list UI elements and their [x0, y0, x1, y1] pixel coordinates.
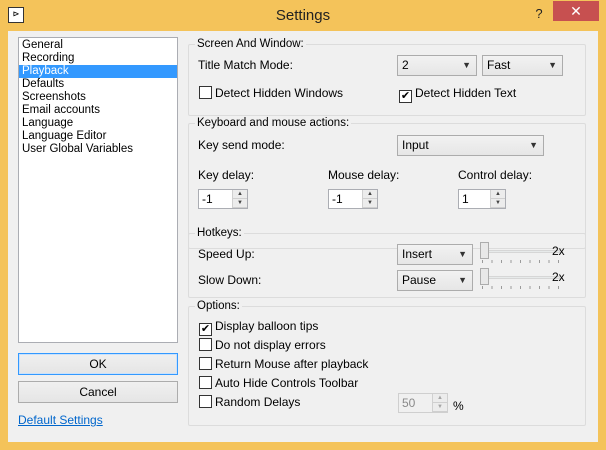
speed-up-hotkey-select[interactable]: Insert ▼: [397, 244, 473, 265]
help-button[interactable]: ?: [529, 5, 549, 23]
keyboard-mouse-title: Keyboard and mouse actions:: [195, 116, 352, 130]
spin-buttons[interactable]: ▲ ▼: [362, 190, 377, 208]
speed-up-label: Speed Up:: [198, 247, 255, 261]
category-defaults[interactable]: Defaults: [19, 78, 177, 91]
slider-thumb[interactable]: [480, 242, 489, 259]
slow-down-label: Slow Down:: [198, 273, 262, 287]
return-mouse-checkbox[interactable]: Return Mouse after playback: [199, 357, 368, 371]
control-delay-spinner[interactable]: 1 ▲ ▼: [458, 189, 506, 209]
slider-ticks: [482, 286, 560, 289]
spin-up-icon[interactable]: ▲: [433, 394, 447, 403]
hotkeys-title: Hotkeys:: [195, 226, 244, 240]
category-email-accounts[interactable]: Email accounts: [19, 104, 177, 117]
random-delays-checkbox[interactable]: Random Delays: [199, 395, 300, 409]
window-title: Settings: [275, 7, 331, 24]
checkbox-box: [199, 357, 212, 370]
slow-down-multiplier: 2x: [552, 270, 565, 284]
random-delays-unit: %: [453, 399, 464, 413]
category-screenshots[interactable]: Screenshots: [19, 91, 177, 104]
check-icon: ✔: [399, 90, 412, 103]
check-icon: ✔: [199, 323, 212, 336]
options-title: Options:: [195, 299, 242, 313]
spin-up-icon[interactable]: ▲: [491, 190, 505, 199]
screen-and-window-title: Screen And Window:: [195, 37, 306, 51]
spin-buttons[interactable]: ▲ ▼: [232, 190, 247, 208]
default-settings-link[interactable]: Default Settings: [18, 413, 103, 427]
key-send-mode-select[interactable]: Input ▼: [397, 135, 544, 156]
chevron-down-icon: ▼: [458, 275, 467, 285]
slider-ticks: [482, 260, 560, 263]
do-not-display-errors-label: Do not display errors: [215, 338, 326, 352]
cancel-button[interactable]: Cancel: [18, 381, 178, 403]
random-delays-label: Random Delays: [215, 395, 301, 409]
auto-hide-toolbar-label: Auto Hide Controls Toolbar: [215, 376, 359, 390]
ok-button[interactable]: OK: [18, 353, 178, 375]
category-playback[interactable]: Playback: [19, 65, 177, 78]
random-delays-value: 50: [402, 396, 416, 410]
chevron-down-icon: ▼: [529, 140, 538, 150]
spin-down-icon[interactable]: ▼: [491, 199, 505, 208]
title-match-mode-select[interactable]: 2 ▼: [397, 55, 477, 76]
category-language-editor[interactable]: Language Editor: [19, 130, 177, 143]
mouse-delay-value: -1: [332, 192, 343, 206]
detect-hidden-text-label: Detect Hidden Text: [415, 86, 517, 100]
detect-hidden-windows-checkbox[interactable]: Detect Hidden Windows: [199, 86, 343, 100]
slider-thumb[interactable]: [480, 268, 489, 285]
key-delay-spinner[interactable]: -1 ▲ ▼: [198, 189, 248, 209]
do-not-display-errors-checkbox[interactable]: Do not display errors: [199, 338, 326, 352]
auto-hide-toolbar-checkbox[interactable]: Auto Hide Controls Toolbar: [199, 376, 358, 390]
spin-up-icon[interactable]: ▲: [363, 190, 377, 199]
random-delays-spinner[interactable]: 50 ▲ ▼: [398, 393, 448, 413]
slider-track: [480, 250, 560, 253]
key-delay-label: Key delay:: [198, 168, 255, 182]
settings-window: ⊳ Settings ? ✕ General Recording Playbac…: [0, 0, 606, 450]
chevron-down-icon: ▼: [458, 249, 467, 259]
close-button[interactable]: ✕: [553, 1, 599, 21]
spin-up-icon[interactable]: ▲: [233, 190, 247, 199]
spin-buttons[interactable]: ▲ ▼: [432, 394, 447, 412]
chevron-down-icon: ▼: [548, 60, 557, 70]
match-speed-value: Fast: [487, 58, 511, 72]
display-balloon-tips-checkbox[interactable]: ✔ Display balloon tips: [199, 319, 318, 336]
checkbox-box: [199, 86, 212, 99]
speed-up-multiplier: 2x: [552, 244, 565, 258]
dialog-client-area: General Recording Playback Defaults Scre…: [8, 31, 598, 442]
checkbox-box: [199, 395, 212, 408]
display-balloon-tips-label: Display balloon tips: [215, 319, 319, 333]
key-send-mode-label: Key send mode:: [198, 138, 285, 152]
mouse-delay-label: Mouse delay:: [328, 168, 400, 182]
checkbox-box: [199, 376, 212, 389]
slow-down-hotkey-value: Pause: [402, 273, 437, 287]
slider-track: [480, 276, 560, 279]
checkbox-box: [199, 338, 212, 351]
match-speed-select[interactable]: Fast ▼: [482, 55, 563, 76]
mouse-delay-spinner[interactable]: -1 ▲ ▼: [328, 189, 378, 209]
spin-down-icon[interactable]: ▼: [363, 199, 377, 208]
category-language[interactable]: Language: [19, 117, 177, 130]
chevron-down-icon: ▼: [462, 60, 471, 70]
control-delay-value: 1: [462, 192, 469, 206]
settings-category-list[interactable]: General Recording Playback Defaults Scre…: [18, 37, 178, 343]
speed-up-hotkey-value: Insert: [402, 247, 433, 261]
title-bar[interactable]: ⊳ Settings ? ✕: [0, 0, 606, 31]
detect-hidden-text-checkbox[interactable]: ✔ Detect Hidden Text: [399, 86, 516, 103]
speed-up-slider[interactable]: [480, 242, 560, 263]
slow-down-hotkey-select[interactable]: Pause ▼: [397, 270, 473, 291]
spin-down-icon[interactable]: ▼: [233, 199, 247, 208]
title-match-mode-value: 2: [402, 58, 409, 72]
control-delay-label: Control delay:: [458, 168, 533, 182]
spin-down-icon[interactable]: ▼: [433, 403, 447, 412]
category-user-global-variables[interactable]: User Global Variables: [19, 143, 177, 156]
slow-down-slider[interactable]: [480, 268, 560, 289]
category-recording[interactable]: Recording: [19, 52, 177, 65]
return-mouse-label: Return Mouse after playback: [215, 357, 369, 371]
category-general[interactable]: General: [19, 39, 177, 52]
key-delay-value: -1: [202, 192, 213, 206]
detect-hidden-windows-label: Detect Hidden Windows: [215, 86, 344, 100]
key-send-mode-value: Input: [402, 138, 429, 152]
title-match-mode-label: Title Match Mode:: [198, 58, 293, 72]
spin-buttons[interactable]: ▲ ▼: [490, 190, 505, 208]
